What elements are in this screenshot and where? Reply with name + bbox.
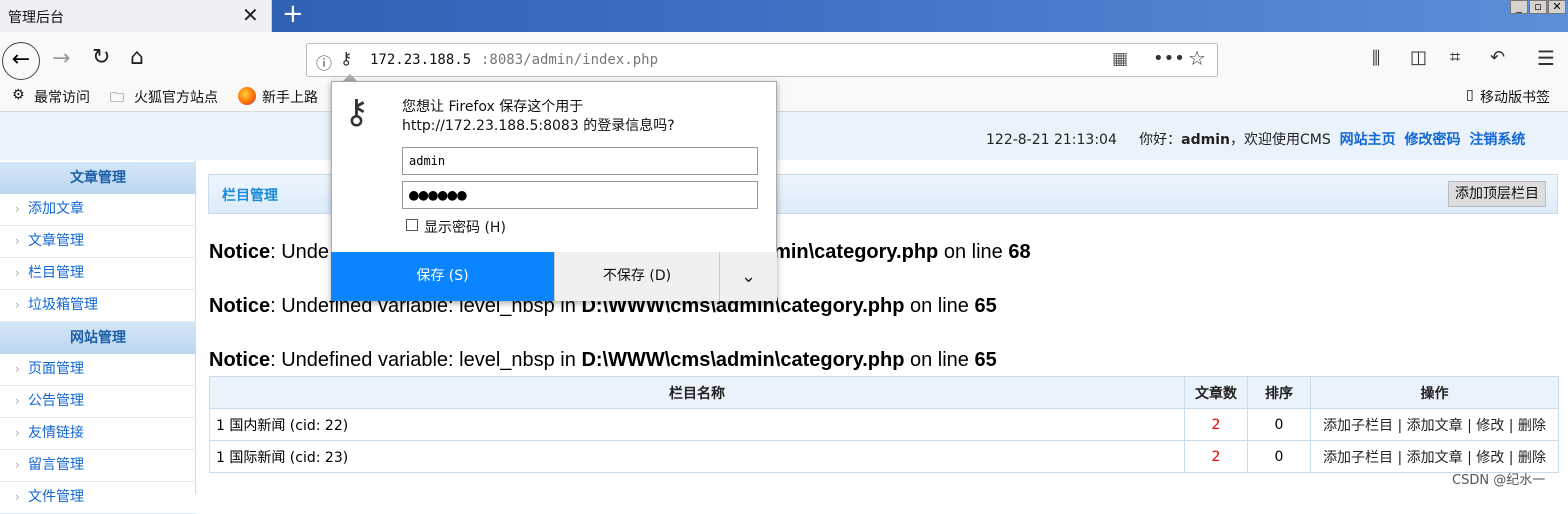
sidebar-section-site[interactable]: 网站管理 [0, 322, 196, 354]
active-tab[interactable]: 管理后台 ✕ [0, 0, 272, 32]
bookmark-most-visited[interactable]: 最常访问 [34, 87, 90, 107]
mobile-bookmarks[interactable]: 移动版书签 [1480, 87, 1550, 107]
qr-code-icon[interactable]: ▦ [1112, 49, 1128, 69]
panel-title: 栏目管理 [222, 188, 278, 204]
firefox-icon [238, 87, 256, 105]
sidebar-item-category-manage[interactable]: 栏目管理 [0, 258, 196, 290]
col-header-count: 文章数 [1184, 376, 1248, 409]
greeting-suffix: ，欢迎使用CMS [1229, 132, 1331, 148]
username-field[interactable]: admin [402, 147, 758, 175]
mobile-icon: ▯ [1466, 87, 1474, 103]
col-header-ops: 操作 [1310, 376, 1559, 409]
sidebar-section-articles[interactable]: 文章管理 [0, 162, 196, 194]
forward-icon[interactable]: → [52, 48, 70, 70]
header-info: 122-8-21 21:13:04 你好：admin，欢迎使用CMS 网站主页 … [986, 129, 1525, 149]
header-username: admin [1181, 132, 1230, 148]
article-count: 2 [1184, 440, 1248, 473]
sidebar-item-article-manage[interactable]: 文章管理 [0, 226, 196, 258]
dont-save-button[interactable]: 不保存 (D) [554, 252, 719, 301]
window-close-button[interactable]: ✕ [1548, 0, 1566, 14]
row-actions[interactable]: 添加子栏目 | 添加文章 | 修改 | 删除 [1310, 440, 1559, 473]
menu-icon[interactable]: ☰ [1537, 46, 1555, 70]
category-name[interactable]: 1 国内新闻 (cid: 22) [209, 408, 1185, 441]
sort-order: 0 [1247, 408, 1311, 441]
reload-icon[interactable]: ↻ [92, 47, 110, 69]
folder-icon: 🗀 [110, 90, 124, 106]
most-visited-icon: ⚙ [12, 87, 25, 103]
table-header-row: 栏目名称 文章数 排序 操作 [209, 376, 1559, 409]
article-count: 2 [1184, 408, 1248, 441]
table-row: 1 国际新闻 (cid: 23) 2 0 添加子栏目 | 添加文章 | 修改 |… [209, 440, 1559, 473]
page-actions-icon[interactable]: ••• [1153, 48, 1185, 69]
url-host: 172.23.188.5 [370, 52, 472, 68]
bookmark-star-icon[interactable]: ☆ [1188, 46, 1206, 70]
bookmark-getting-started[interactable]: 新手上路 [262, 87, 318, 107]
table-row: 1 国内新闻 (cid: 22) 2 0 添加子栏目 | 添加文章 | 修改 |… [209, 408, 1559, 441]
sidebar-item-add-article[interactable]: 添加文章 [0, 194, 196, 226]
sidebar-item-messages[interactable]: 留言管理 [0, 450, 196, 482]
bookmark-firefox-site[interactable]: 火狐官方站点 [134, 87, 218, 107]
sidebar-item-pages[interactable]: 页面管理 [0, 354, 196, 386]
popup-question: 您想让 Firefox 保存这个用于 [402, 99, 584, 115]
watermark: CSDN @纪水一 [1452, 473, 1546, 488]
sidebar-item-announcements[interactable]: 公告管理 [0, 386, 196, 418]
show-password-label[interactable]: 显示密码 (H) [424, 217, 506, 237]
new-tab-button[interactable]: + [282, 0, 304, 29]
php-notice: Notice: Undefined variable: level_nbsp i… [209, 349, 997, 371]
home-icon[interactable]: ⌂ [130, 47, 144, 69]
sidebar-item-links[interactable]: 友情链接 [0, 418, 196, 450]
key-icon: ⚷ [344, 92, 369, 132]
info-icon[interactable]: ⓘ [316, 50, 332, 74]
change-password-link[interactable]: 修改密码 [1405, 132, 1461, 148]
url-path: :8083/admin/index.php [481, 52, 659, 68]
key-icon[interactable]: ⚷ [340, 49, 352, 69]
popup-question-url: http://172.23.188.5:8083 的登录信息吗? [402, 118, 675, 134]
password-field[interactable]: ●●●●●● [402, 181, 758, 209]
bookmarks-toolbar [0, 82, 1568, 112]
library-icon[interactable]: ⫼ [1372, 48, 1380, 69]
category-name[interactable]: 1 国际新闻 (cid: 23) [209, 440, 1185, 473]
chevron-down-icon[interactable]: ⌄ [719, 252, 777, 301]
col-header-order: 排序 [1247, 376, 1311, 409]
sidebar-item-trash[interactable]: 垃圾箱管理 [0, 290, 196, 322]
greeting-prefix: 你好： [1139, 132, 1182, 148]
tab-close-icon[interactable]: ✕ [242, 3, 259, 27]
save-button[interactable]: 保存 (S) [331, 252, 554, 301]
sort-order: 0 [1247, 440, 1311, 473]
header-datetime: 122-8-21 21:13:04 [986, 132, 1117, 148]
sidebar-toggle-icon[interactable]: ◫ [1410, 47, 1427, 68]
show-password-checkbox[interactable] [406, 219, 418, 231]
back-icon[interactable]: ← [2, 42, 40, 80]
sidebar-item-files[interactable]: 文件管理 [0, 482, 196, 514]
col-header-name: 栏目名称 [209, 376, 1185, 409]
add-top-category-button[interactable]: 添加顶层栏目 [1448, 181, 1546, 207]
maximize-button[interactable]: ▫ [1529, 0, 1547, 14]
home-link[interactable]: 网站主页 [1340, 132, 1396, 148]
minimize-button[interactable]: _ [1510, 0, 1528, 14]
tab-title: 管理后台 [8, 10, 64, 26]
logout-link[interactable]: 注销系统 [1469, 132, 1525, 148]
category-table: 栏目名称 文章数 排序 操作 1 国内新闻 (cid: 22) 2 0 添加子栏… [209, 376, 1559, 473]
row-actions[interactable]: 添加子栏目 | 添加文章 | 修改 | 删除 [1310, 408, 1559, 441]
screenshot-icon[interactable]: ⌗ [1450, 47, 1460, 68]
undo-icon[interactable]: ↶ [1490, 47, 1505, 68]
